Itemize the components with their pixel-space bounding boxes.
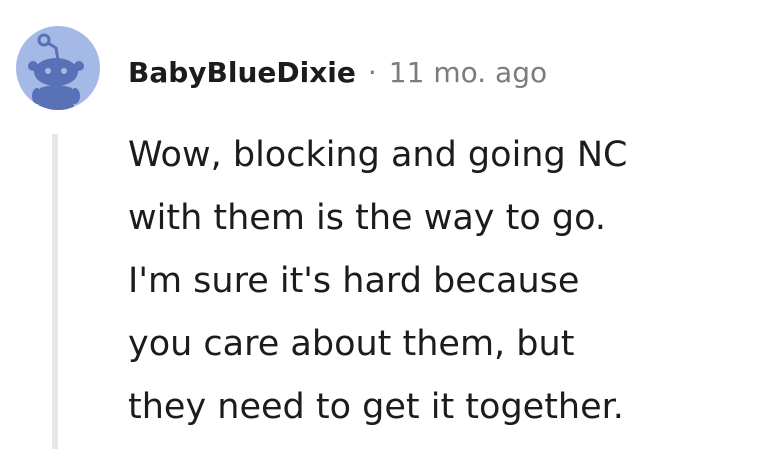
username-link[interactable]: BabyBlueDixie	[128, 56, 356, 89]
comment: BabyBlueDixie · 11 mo. ago Wow, blocking…	[0, 0, 774, 449]
reddit-snoo-icon	[28, 33, 84, 110]
meta-separator: ·	[367, 55, 377, 89]
user-avatar[interactable]	[16, 26, 100, 110]
comment-body: Wow, blocking and going NC with them is …	[128, 135, 628, 427]
comment-timestamp[interactable]: 11 mo. ago	[389, 56, 547, 89]
comment-meta: BabyBlueDixie · 11 mo. ago	[128, 52, 547, 92]
thread-collapse-line[interactable]	[52, 134, 58, 449]
